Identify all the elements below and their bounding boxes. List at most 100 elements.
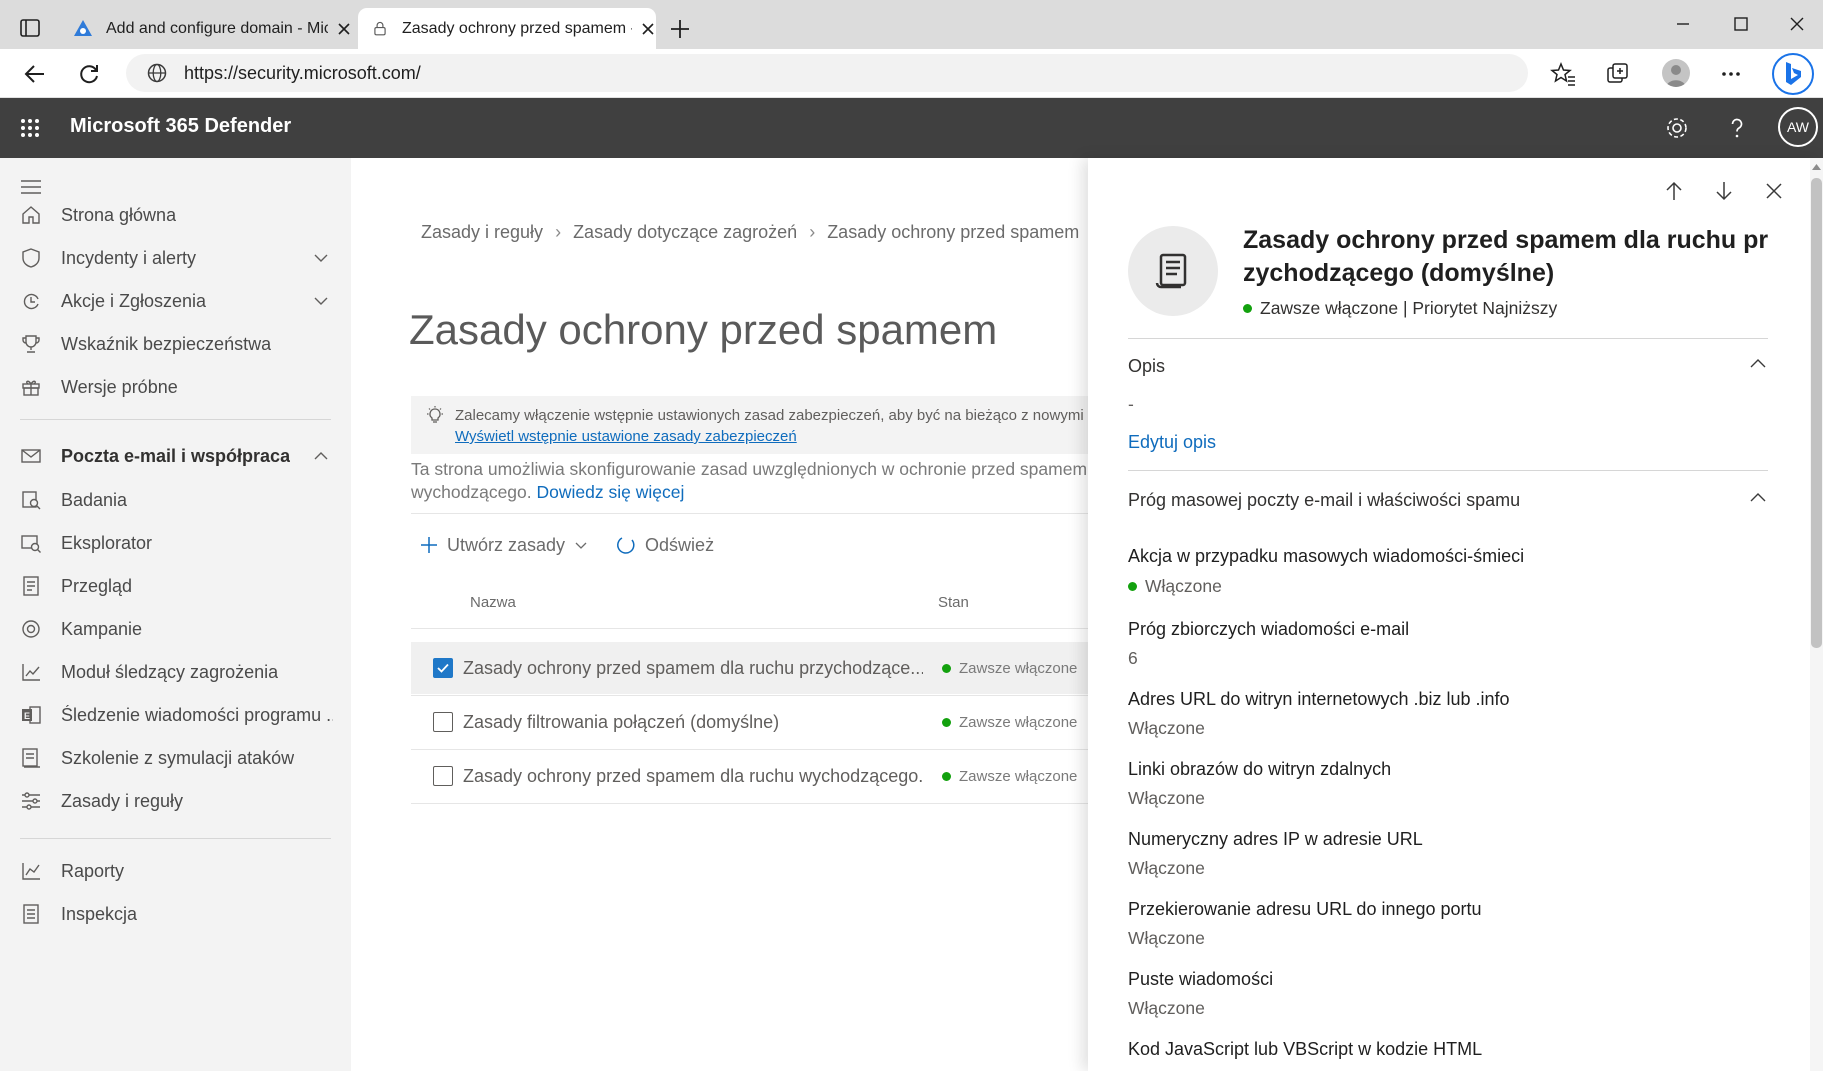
sidebar-item-threat-tracker[interactable]: Moduł śledzący zagrożenia: [0, 650, 351, 694]
sidebar-item-review[interactable]: Przegląd: [0, 564, 351, 608]
arrow-down-icon[interactable]: [1713, 180, 1735, 202]
refresh-icon[interactable]: [76, 61, 102, 87]
sidebar-item-secure-score[interactable]: Wskaźnik bezpieczeństwa: [0, 322, 351, 366]
divider: [411, 628, 1088, 629]
scroll-up-arrow-icon[interactable]: [1811, 162, 1822, 172]
tab-actions-icon[interactable]: [18, 16, 42, 40]
create-policy-button[interactable]: Utwórz zasady: [419, 535, 597, 556]
table-row[interactable]: Zasady filtrowania połączeń (domyślne) Z…: [411, 696, 1088, 748]
edit-description-link[interactable]: Edytuj opis: [1128, 432, 1216, 453]
checkmark-icon: [437, 663, 449, 673]
sliders-icon: [22, 792, 40, 810]
field-label: Linki obrazów do witryn zdalnych: [1128, 759, 1392, 779]
collections-icon[interactable]: [1605, 61, 1631, 87]
table-row[interactable]: Zasady ochrony przed spamem dla ruchu wy…: [411, 750, 1088, 802]
sidebar-item-incidents[interactable]: Incydenty i alerty: [0, 236, 351, 280]
field-value: Włączone: [1128, 858, 1205, 878]
sidebar-item-actions[interactable]: Akcje i Zgłoszenia: [0, 279, 351, 323]
url-field[interactable]: https://security.microsoft.com/: [126, 54, 1528, 92]
row-checkbox[interactable]: [433, 766, 453, 786]
user-avatar[interactable]: AW: [1778, 107, 1818, 147]
policy-details-panel: Zasady ochrony przed spamem dla ruchu pr…: [1088, 158, 1823, 1071]
back-icon[interactable]: [22, 61, 48, 87]
sidebar-item-audit[interactable]: Inspekcja: [0, 892, 351, 936]
section-header-description[interactable]: Opis: [1128, 356, 1165, 377]
sidebar-item-message-trace[interactable]: E Śledzenie wiadomości programu ...: [0, 693, 351, 737]
help-icon[interactable]: [1724, 115, 1750, 141]
browser-tab-inactive[interactable]: Add and configure domain - Mic: [64, 8, 354, 49]
row-checkbox[interactable]: [433, 658, 453, 678]
status-dot-icon: [1243, 304, 1252, 313]
sidebar-item-home[interactable]: Strona główna: [0, 193, 351, 237]
azure-ad-icon: [74, 19, 92, 36]
sidebar-item-trials[interactable]: Wersje próbne: [0, 365, 351, 409]
breadcrumb: Zasady i reguły › Zasady dotyczące zagro…: [421, 222, 1079, 243]
policy-name[interactable]: Zasady ochrony przed spamem dla ruchu pr…: [463, 658, 923, 679]
bing-chat-button[interactable]: [1772, 53, 1814, 95]
sidebar-item-investigations[interactable]: Badania: [0, 478, 351, 522]
sidebar-item-attack-simulation[interactable]: Szkolenie z symulacji ataków: [0, 736, 351, 780]
sidebar-item-email-collaboration[interactable]: Poczta e-mail i współpraca: [0, 434, 351, 478]
field-value: Włączone: [1128, 788, 1205, 808]
column-header-name[interactable]: Nazwa: [470, 594, 516, 611]
left-navigation: Strona główna Incydenty i alerty Akcje i…: [0, 158, 351, 1071]
chevron-up-icon[interactable]: [312, 447, 330, 465]
learn-more-link[interactable]: Dowiedz się więcej: [537, 482, 685, 502]
table-row[interactable]: Zasady ochrony przed spamem dla ruchu pr…: [411, 642, 1088, 694]
app-name[interactable]: Microsoft 365 Defender: [70, 115, 291, 138]
main-content: Zasady i reguły › Zasady dotyczące zagro…: [351, 158, 1088, 1071]
breadcrumb-item[interactable]: Zasady dotyczące zagrożeń: [573, 222, 797, 243]
person-icon: [1666, 65, 1686, 87]
profile-avatar[interactable]: [1662, 59, 1690, 87]
field-label: Kod JavaScript lub VBScript w kodzie HTM…: [1128, 1039, 1483, 1059]
gift-icon: [22, 380, 40, 396]
section-header-bulk-spam[interactable]: Próg masowej poczty e-mail i właściwości…: [1128, 490, 1520, 511]
divider: [411, 803, 1088, 804]
more-options-icon[interactable]: [1718, 61, 1744, 87]
panel-status: Zawsze włączone | Priorytet Najniższy: [1243, 298, 1557, 319]
scrollbar-thumb[interactable]: [1811, 178, 1822, 648]
chevron-up-icon[interactable]: [1748, 354, 1768, 374]
sidebar-item-reports[interactable]: Raporty: [0, 849, 351, 893]
preset-policies-link[interactable]: Wyświetl wstępnie ustawione zasady zabez…: [455, 428, 797, 445]
close-tab-icon[interactable]: [336, 21, 352, 37]
new-tab-icon[interactable]: [668, 17, 692, 41]
lightbulb-icon: [427, 406, 443, 423]
minimize-icon[interactable]: [1672, 13, 1694, 35]
shield-icon: [22, 248, 40, 268]
sidebar-item-explorer[interactable]: Eksplorator: [0, 521, 351, 565]
sidebar-divider: [20, 419, 331, 420]
chevron-down-icon[interactable]: [312, 292, 330, 310]
plus-icon: [421, 537, 437, 553]
chevron-down-icon[interactable]: [312, 249, 330, 267]
chevron-up-icon[interactable]: [1748, 488, 1768, 508]
settings-gear-icon[interactable]: [1664, 115, 1690, 141]
close-icon[interactable]: [1763, 180, 1785, 202]
sidebar-item-campaigns[interactable]: Kampanie: [0, 607, 351, 651]
refresh-button[interactable]: Odśwież: [615, 534, 714, 556]
mail-icon: [21, 449, 41, 463]
divider: [1128, 470, 1768, 471]
maximize-icon[interactable]: [1730, 13, 1752, 35]
close-window-icon[interactable]: [1786, 13, 1808, 35]
status-dot-icon: [942, 663, 951, 673]
breadcrumb-separator-icon: ›: [555, 222, 562, 242]
app-launcher-icon[interactable]: [20, 118, 40, 138]
sidebar-item-policies-rules[interactable]: Zasady i reguły: [0, 779, 351, 823]
divider: [411, 513, 1088, 514]
row-checkbox[interactable]: [433, 712, 453, 732]
arrow-up-icon[interactable]: [1663, 180, 1685, 202]
breadcrumb-item[interactable]: Zasady i reguły: [421, 222, 543, 243]
browser-tab-active[interactable]: Zasady ochrony przed spamem -: [358, 8, 656, 49]
breadcrumb-separator-icon: ›: [809, 222, 816, 242]
policy-name[interactable]: Zasady filtrowania połączeń (domyślne): [463, 712, 923, 733]
close-tab-icon[interactable]: [640, 21, 656, 37]
favorites-star-icon[interactable]: [1550, 61, 1576, 87]
policy-name[interactable]: Zasady ochrony przed spamem dla ruchu wy…: [463, 766, 923, 787]
status-dot-icon: [942, 717, 951, 727]
column-header-status[interactable]: Stan: [938, 594, 969, 611]
breadcrumb-item-current: Zasady ochrony przed spamem: [827, 222, 1080, 242]
policy-status: Zawsze włączone: [942, 768, 1077, 785]
field-label: Numeryczny adres IP w adresie URL: [1128, 829, 1423, 849]
divider: [1128, 338, 1768, 339]
